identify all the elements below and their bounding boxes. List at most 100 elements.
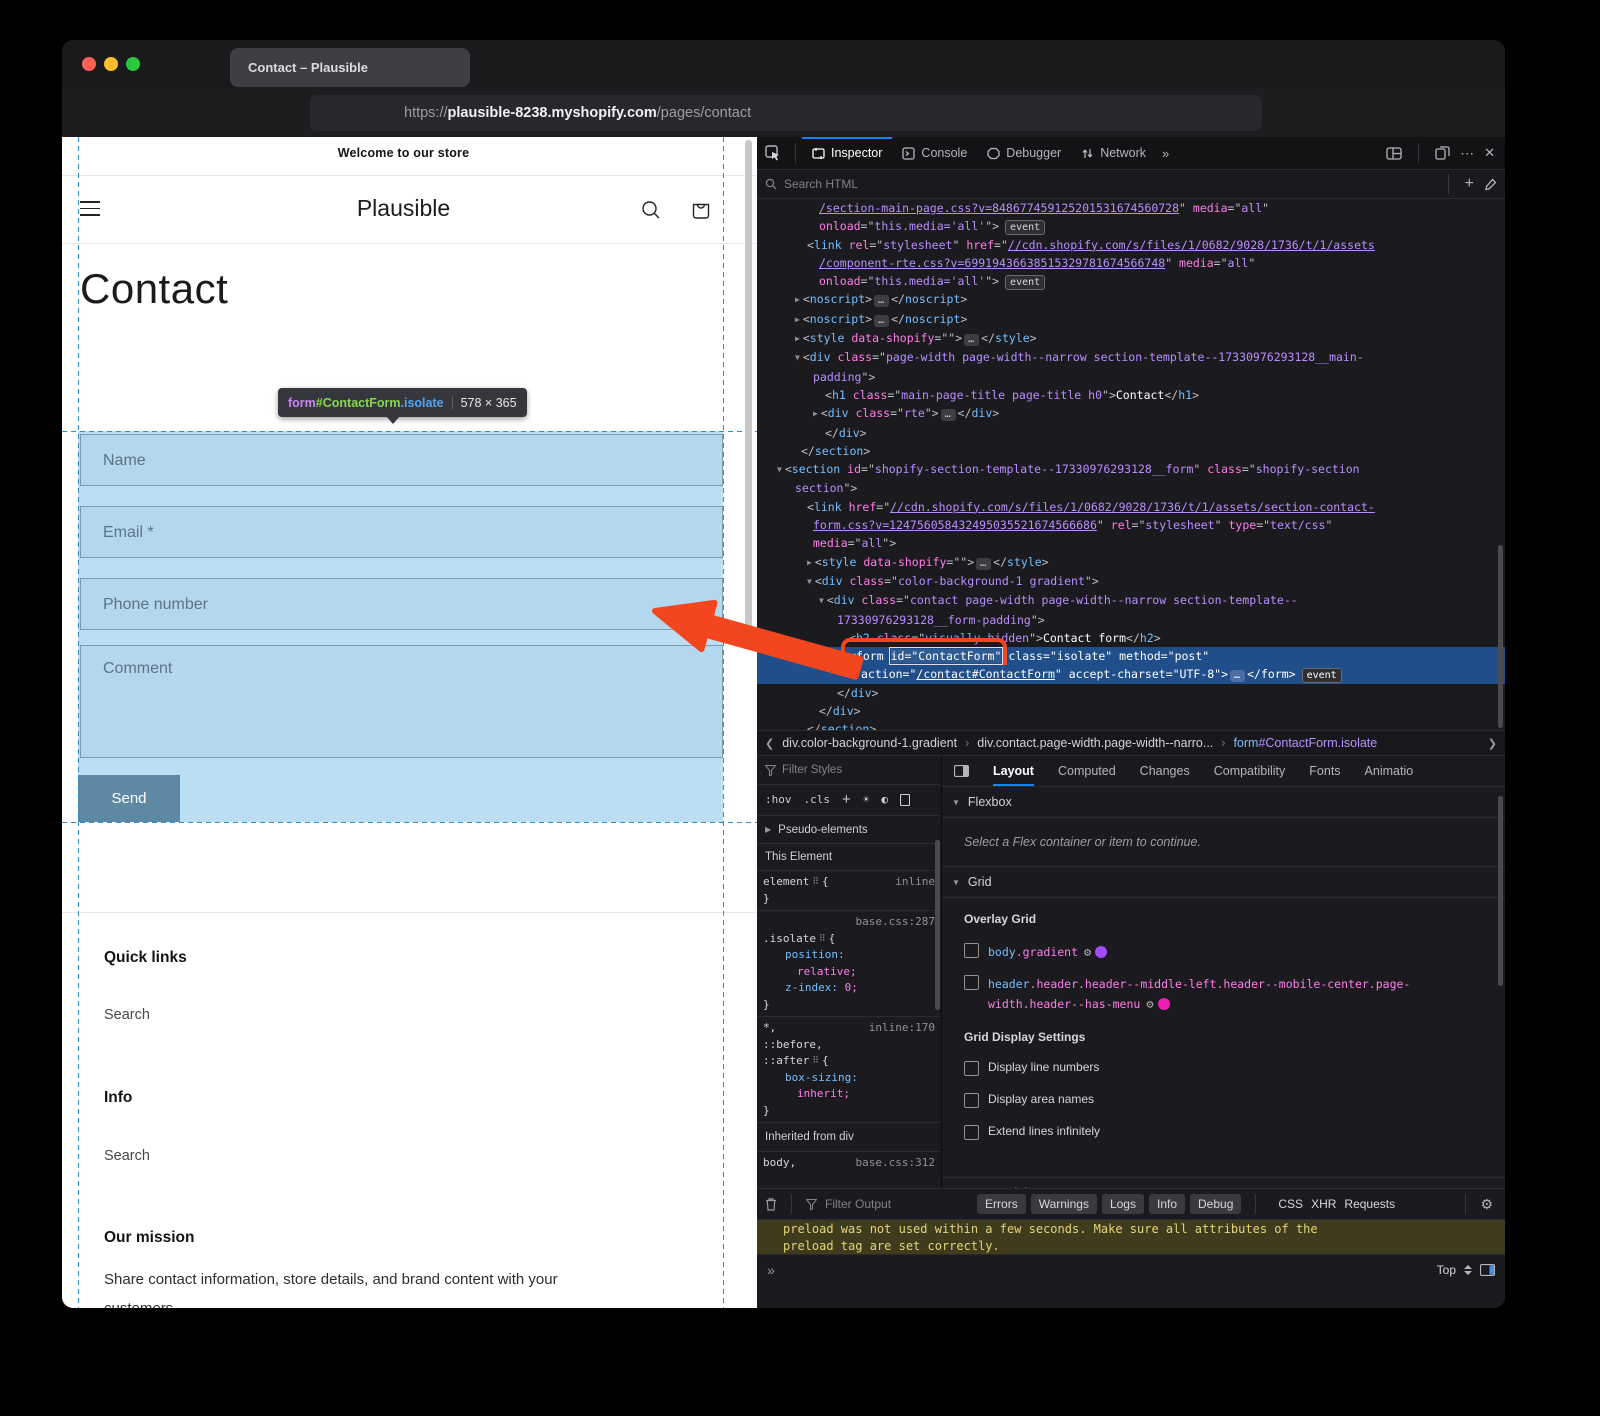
styles-scrollbar[interactable] xyxy=(935,840,940,1010)
tree-line-8[interactable]: ▶<style data-shopify="">…</style> xyxy=(757,329,1505,348)
more-tabs-icon[interactable]: » xyxy=(1162,146,1169,161)
tree-line-28[interactable]: </div> xyxy=(757,702,1505,720)
layout-tab-computed[interactable]: Computed xyxy=(1058,756,1116,786)
tree-line-22[interactable]: ▼<div class="contact page-width page-wid… xyxy=(757,591,1505,610)
css-rule-universal[interactable]: *,inline:170 ::before, ::after⠿{ box-siz… xyxy=(757,1017,941,1123)
tree-line-5[interactable]: onload="this.media='all'">event xyxy=(757,272,1505,290)
tree-line-26[interactable]: action="/contact#ContactForm" accept-cha… xyxy=(757,665,1505,683)
minimize-window-button[interactable] xyxy=(104,57,118,71)
breadcrumb-item[interactable]: div.color-background-1.gradient xyxy=(782,736,957,750)
devtools-close-icon[interactable]: ✕ xyxy=(1484,145,1495,161)
tree-line-15[interactable]: ▼<section id="shopify-section-template--… xyxy=(757,460,1505,479)
breadcrumb-forward-icon[interactable]: ❯ xyxy=(1488,737,1497,750)
tree-line-25[interactable]: <form id="ContactForm" class="isolate" m… xyxy=(757,647,1505,665)
address-bar[interactable]: https://plausible-8238.myshopify.com/pag… xyxy=(310,95,1262,131)
footer-link[interactable]: Search xyxy=(104,1007,150,1023)
form-field-comment[interactable]: Comment xyxy=(80,645,723,758)
devtools-tab-debugger[interactable]: Debugger xyxy=(977,137,1071,170)
layout-tab-changes[interactable]: Changes xyxy=(1140,756,1190,786)
add-rule-icon[interactable]: + xyxy=(842,792,851,809)
tree-line-24[interactable]: <h2 class="visually-hidden">Contact form… xyxy=(757,629,1505,647)
console-filter-info[interactable]: Info xyxy=(1149,1194,1185,1214)
dark-theme-icon[interactable]: ◐ xyxy=(881,792,888,809)
sidebar-toggle-icon[interactable] xyxy=(954,765,969,777)
tree-line-23[interactable]: 17330976293128__form-padding"> xyxy=(757,611,1505,629)
class-toggle[interactable]: .cls xyxy=(804,792,831,809)
breadcrumb-item-selected[interactable]: form#ContactForm.isolate xyxy=(1233,736,1377,750)
css-rule-isolate[interactable]: base.css:287 .isolate⠿{ position: relati… xyxy=(757,911,941,1017)
devtools-tab-console[interactable]: Console xyxy=(892,137,977,170)
box-model-section[interactable]: ▼Box Model xyxy=(942,1177,1505,1188)
console-filter-errors[interactable]: Errors xyxy=(977,1194,1026,1214)
search-icon[interactable] xyxy=(640,199,662,221)
console-filter-requests[interactable]: Requests xyxy=(1344,1197,1395,1211)
tree-line-9[interactable]: ▼<div class="page-width page-width--narr… xyxy=(757,348,1505,367)
responsive-mode-icon[interactable] xyxy=(1435,146,1450,160)
layout-tab-compatibility[interactable]: Compatibility xyxy=(1214,756,1286,786)
console-sidebar-icon[interactable] xyxy=(1480,1264,1495,1276)
tree-line-4[interactable]: /component-rte.css?v=6991943663851532978… xyxy=(757,254,1505,272)
css-rule-element[interactable]: element⠿{inline } xyxy=(757,871,941,911)
send-button[interactable]: Send xyxy=(78,775,180,822)
page-scrollbar[interactable] xyxy=(745,140,752,630)
tree-line-12[interactable]: ▶<div class="rte">…</div> xyxy=(757,404,1505,423)
frame-selector[interactable]: Top xyxy=(1437,1263,1456,1277)
console-input-row[interactable]: » Top xyxy=(757,1255,1505,1285)
tree-line-27[interactable]: </div> xyxy=(757,684,1505,702)
tree-line-2[interactable]: onload="this.media='all'">event xyxy=(757,217,1505,235)
cart-icon[interactable] xyxy=(689,198,713,222)
tree-line-20[interactable]: ▶<style data-shopify="">…</style> xyxy=(757,553,1505,572)
tree-line-18[interactable]: form.css?v=12475605843249503552167456668… xyxy=(757,516,1505,534)
form-field-phone-number[interactable]: Phone number xyxy=(80,578,723,630)
footer-link[interactable]: Search xyxy=(104,1148,150,1164)
grid-setting-checkbox[interactable]: Extend lines infinitely xyxy=(964,1124,1100,1140)
tree-line-7[interactable]: ▶<noscript>…</noscript> xyxy=(757,310,1505,329)
split-console-icon[interactable] xyxy=(1386,147,1402,160)
browser-tab[interactable]: Contact – Plausible xyxy=(230,48,470,87)
light-theme-icon[interactable]: ☀ xyxy=(863,792,870,809)
filter-styles-input[interactable]: Filter Styles xyxy=(757,756,941,785)
console-filter-logs[interactable]: Logs xyxy=(1102,1194,1144,1214)
grid-overlay-row[interactable]: body.gradient⚙ xyxy=(964,942,1107,962)
tree-line-19[interactable]: media="all"> xyxy=(757,534,1505,552)
print-media-icon[interactable] xyxy=(900,794,910,806)
close-window-button[interactable] xyxy=(82,57,96,71)
tree-line-1[interactable]: /section-main-page.css?v=848677459125201… xyxy=(757,199,1505,217)
tree-line-14[interactable]: </section> xyxy=(757,442,1505,460)
console-filter-debug[interactable]: Debug xyxy=(1190,1194,1241,1214)
console-filter-xhr[interactable]: XHR xyxy=(1311,1197,1336,1211)
tree-line-3[interactable]: <link rel="stylesheet" href="//cdn.shopi… xyxy=(757,236,1505,254)
grid-overlay-row[interactable]: header.header.header--middle-left.header… xyxy=(964,974,1494,1014)
devtools-tab-inspector[interactable]: Inspector xyxy=(802,137,892,170)
devtools-menu-icon[interactable]: ⋯ xyxy=(1460,145,1474,162)
console-filter-warnings[interactable]: Warnings xyxy=(1031,1194,1097,1214)
tree-line-10[interactable]: padding"> xyxy=(757,368,1505,386)
form-field-name[interactable]: Name xyxy=(80,434,723,486)
tree-line-6[interactable]: ▶<noscript>…</noscript> xyxy=(757,290,1505,309)
tree-scrollbar[interactable] xyxy=(1498,545,1503,728)
form-field-email[interactable]: Email * xyxy=(80,506,723,558)
clear-console-icon[interactable] xyxy=(765,1197,777,1211)
tree-line-16[interactable]: section"> xyxy=(757,479,1505,497)
tree-line-29[interactable]: </section> xyxy=(757,720,1505,730)
tree-line-21[interactable]: ▼<div class="color-background-1 gradient… xyxy=(757,572,1505,591)
grid-section[interactable]: ▼Grid xyxy=(942,867,1505,898)
layout-tab-animatio[interactable]: Animatio xyxy=(1365,756,1414,786)
layout-tab-fonts[interactable]: Fonts xyxy=(1309,756,1340,786)
pick-element-icon[interactable] xyxy=(757,145,789,161)
layout-scrollbar[interactable] xyxy=(1498,796,1503,986)
console-settings-icon[interactable]: ⚙ xyxy=(1480,1196,1493,1213)
eyedropper-icon[interactable] xyxy=(1484,178,1497,191)
css-rule-body[interactable]: body,base.css:312 xyxy=(757,1152,941,1175)
layout-tab-layout[interactable]: Layout xyxy=(993,756,1034,786)
filter-output-input[interactable]: Filter Output xyxy=(825,1197,891,1211)
tree-line-11[interactable]: <h1 class="main-page-title page-title h0… xyxy=(757,386,1505,404)
pseudo-elements-section[interactable]: ▶Pseudo-elements xyxy=(757,816,941,844)
console-filter-css[interactable]: CSS xyxy=(1278,1197,1303,1211)
flexbox-section[interactable]: ▼Flexbox xyxy=(942,787,1505,818)
breadcrumb-back-icon[interactable]: ❮ xyxy=(765,737,774,750)
tree-line-17[interactable]: <link href="//cdn.shopify.com/s/files/1/… xyxy=(757,498,1505,516)
maximize-window-button[interactable] xyxy=(126,57,140,71)
grid-setting-checkbox[interactable]: Display line numbers xyxy=(964,1060,1099,1076)
search-html-bar[interactable]: Search HTML + xyxy=(757,170,1505,199)
